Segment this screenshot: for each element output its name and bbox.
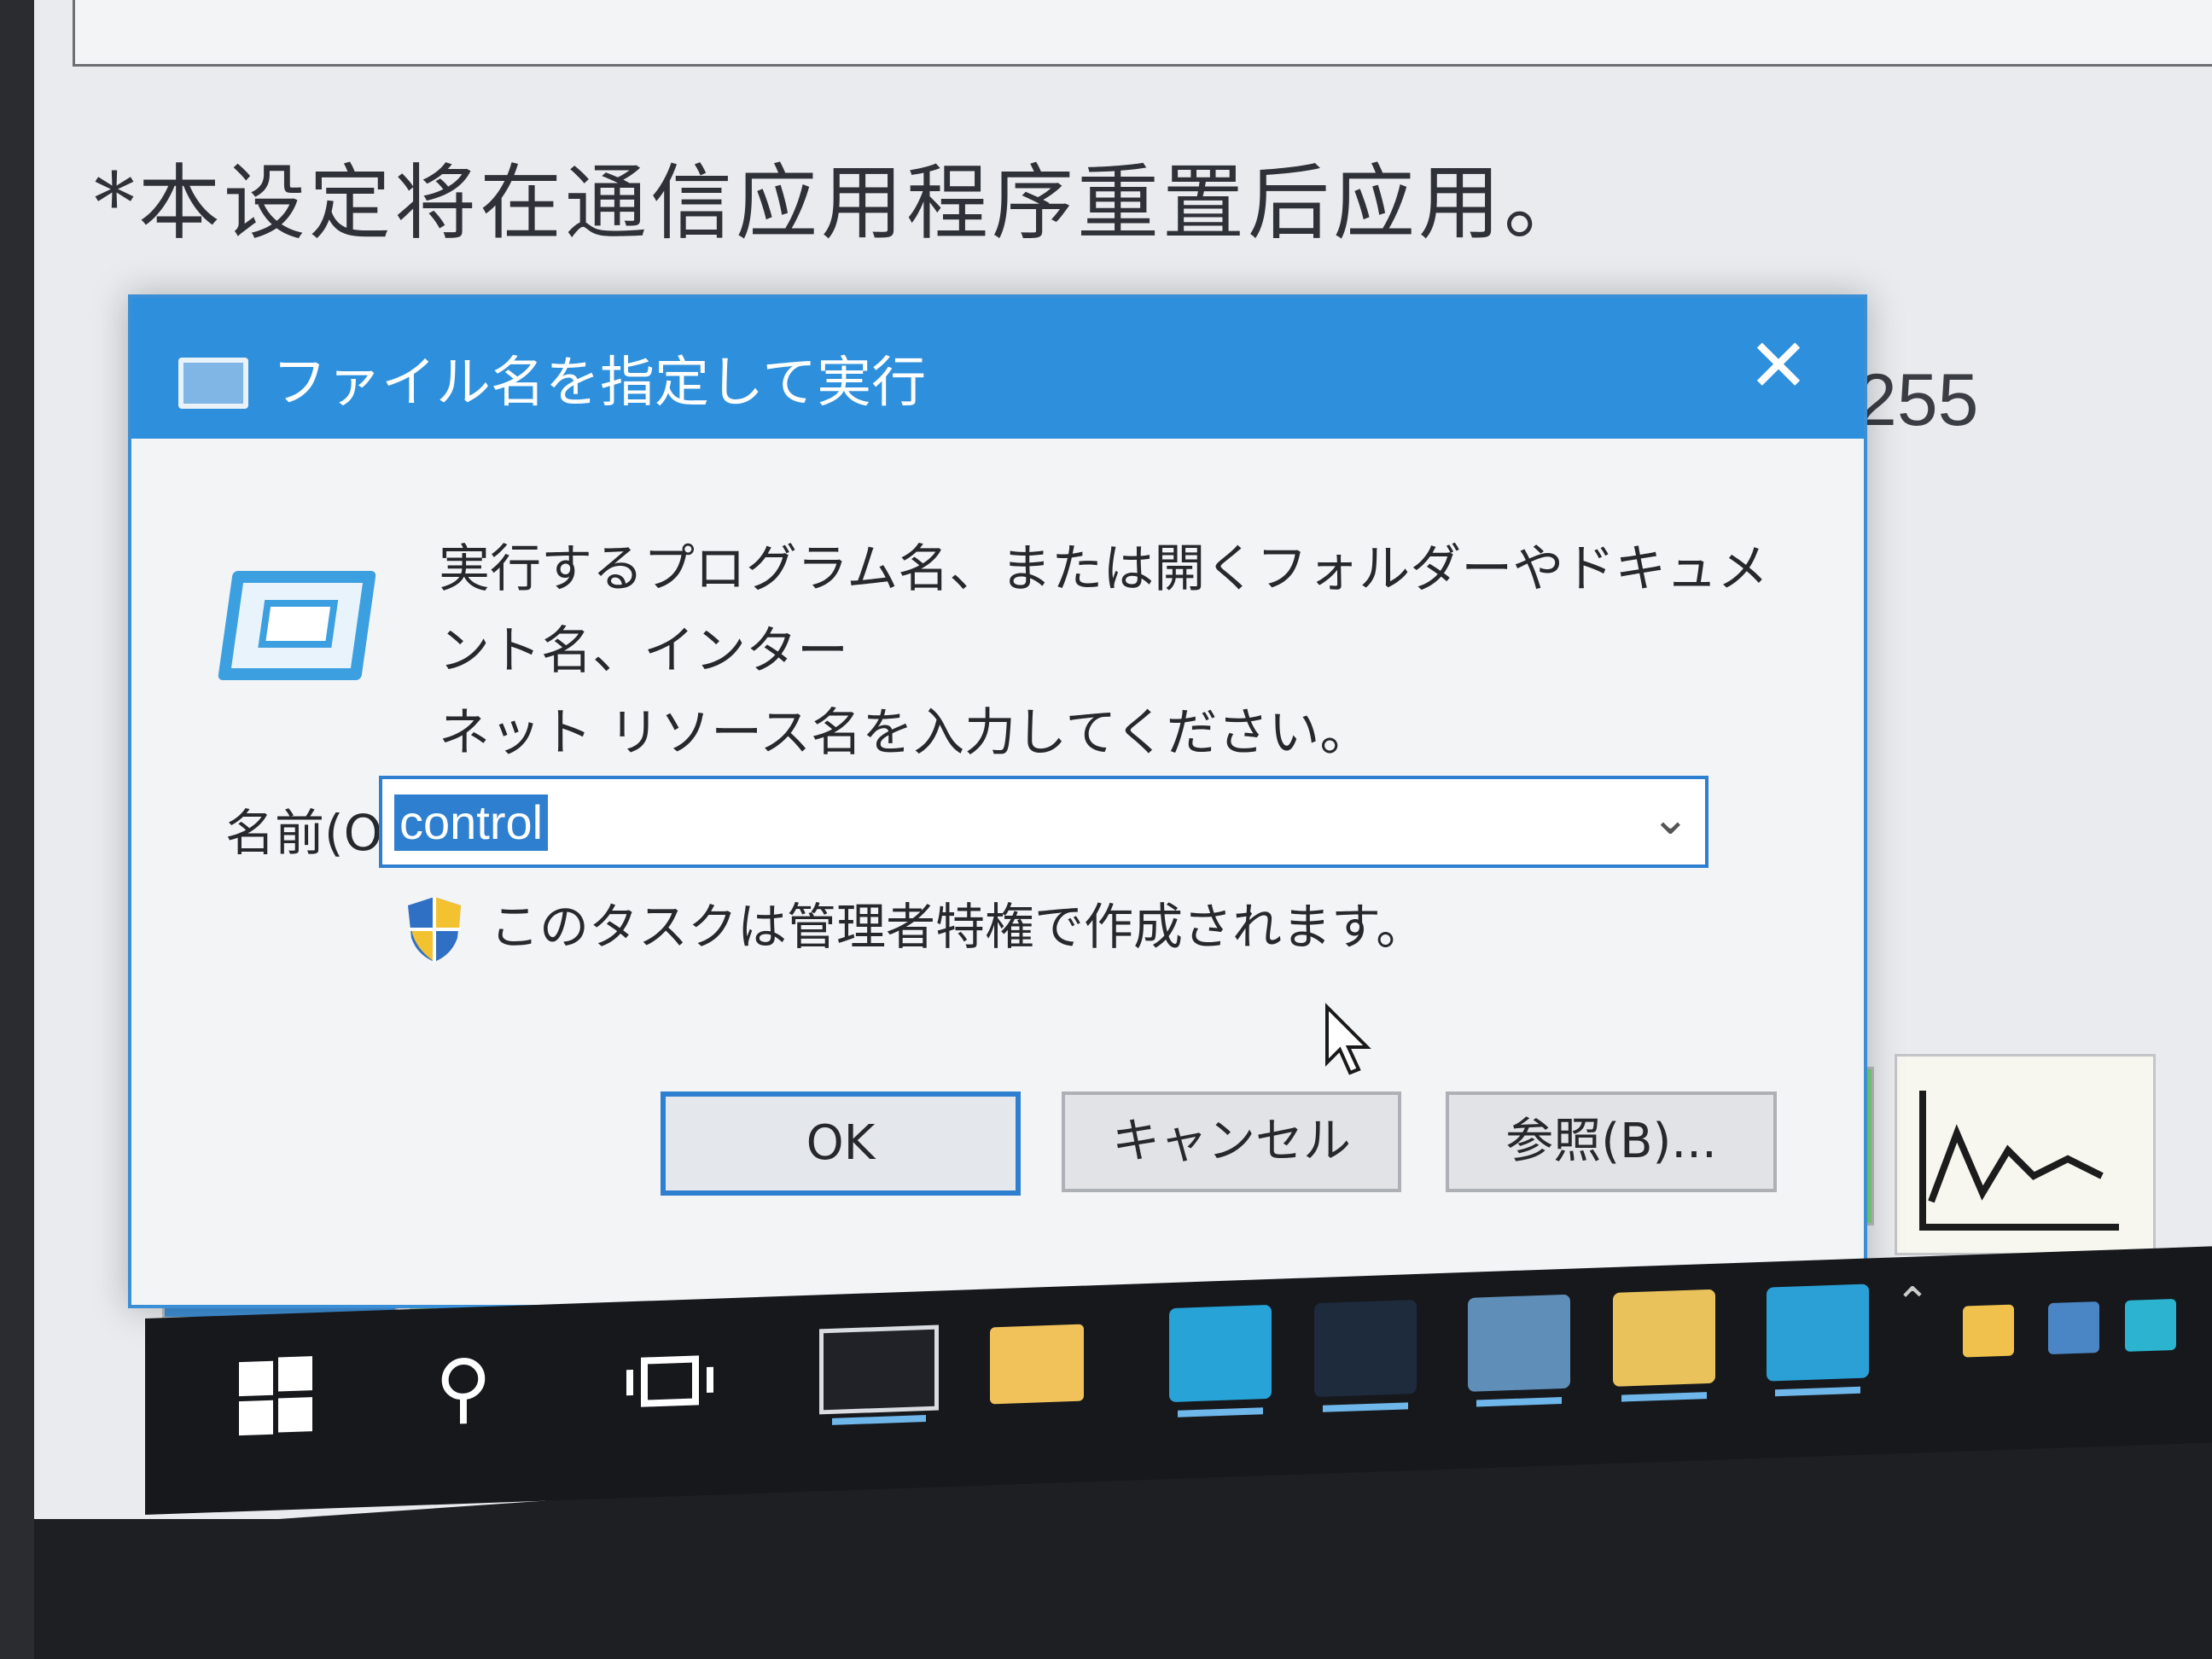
windows-logo-icon [278, 1397, 312, 1433]
admin-privilege-note: このタスクは管理者特権で作成されます。 [490, 898, 1426, 956]
background-value: 255 [1856, 359, 1979, 441]
run-icon [178, 358, 248, 409]
start-button[interactable] [239, 1334, 316, 1456]
taskbar-app-file-explorer[interactable] [990, 1324, 1084, 1405]
task-view-button[interactable] [623, 1320, 717, 1443]
dialog-title: ファイル名を指定して実行 [272, 352, 927, 415]
program-icon [218, 571, 376, 680]
monitor-bezel [0, 0, 34, 1659]
tray-icon[interactable] [2048, 1301, 2099, 1355]
tray-overflow-chevron-icon[interactable]: ⌃ [1895, 1278, 1937, 1399]
cancel-button[interactable]: キャンセル [1062, 1091, 1401, 1192]
program-icon-inner [258, 600, 339, 648]
taskbar-app-1[interactable] [1169, 1304, 1272, 1403]
background-note: *本设定将在通信应用程序重置后应用。 [94, 155, 1589, 251]
dialog-titlebar[interactable]: ファイル名を指定して実行 ✕ [131, 298, 1864, 439]
taskbar-app-5[interactable] [1767, 1284, 1869, 1382]
task-view-icon [626, 1355, 713, 1407]
background-panel [73, 0, 2212, 67]
taskbar-app-command-prompt[interactable] [819, 1324, 939, 1415]
prompt-line-2: ネット リソース名を入力してください。 [439, 703, 1371, 763]
ok-button[interactable]: OK [661, 1091, 1021, 1196]
windows-logo-icon [239, 1360, 273, 1397]
chevron-down-icon[interactable]: ⌄ [1651, 791, 1690, 845]
taskbar-app-3[interactable] [1468, 1294, 1570, 1392]
name-input-value[interactable]: control [394, 795, 549, 851]
taskbar-app-2[interactable] [1314, 1299, 1417, 1398]
graph-icon [1919, 1091, 2119, 1231]
search-icon[interactable]: ⚲ [435, 1327, 512, 1449]
windows-logo-icon [239, 1400, 273, 1436]
windows-logo-icon [278, 1356, 312, 1392]
close-button[interactable]: ✕ [1727, 323, 1830, 409]
taskbar-app-4[interactable] [1613, 1289, 1715, 1387]
tray-icon[interactable] [1963, 1304, 2014, 1358]
prompt-line-1: 実行するプログラム名、または開くフォルダーやドキュメント名、インター [439, 539, 1769, 681]
run-dialog: ファイル名を指定して実行 ✕ 実行するプログラム名、または開くフォルダーやドキュ… [128, 294, 1867, 1308]
dialog-prompt: 実行するプログラム名、または開くフォルダーやドキュメント名、インター ネット リ… [439, 528, 1770, 774]
name-combobox[interactable]: control ⌄ [379, 776, 1708, 868]
uac-shield-icon [408, 897, 461, 962]
performance-graph-tile [1895, 1054, 2156, 1255]
mouse-cursor-icon [1325, 1003, 1371, 1075]
browse-button[interactable]: 参照(B)... [1446, 1091, 1777, 1192]
tray-icon[interactable] [2125, 1298, 2176, 1352]
